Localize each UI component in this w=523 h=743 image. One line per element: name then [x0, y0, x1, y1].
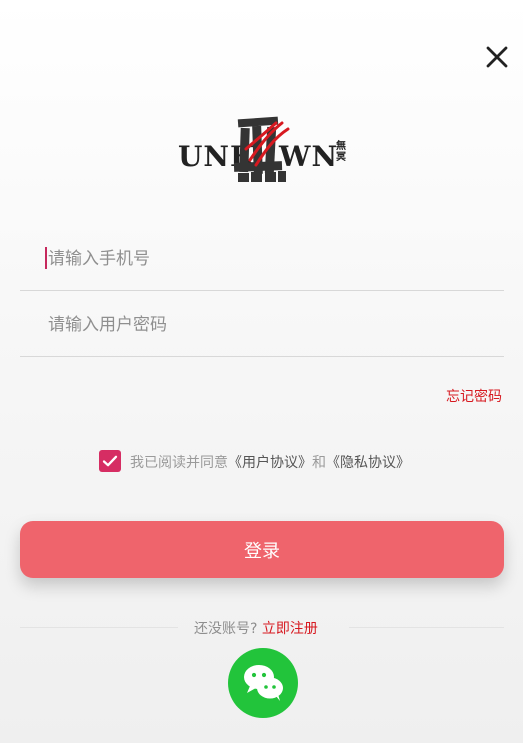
unknown-logo-mark-icon — [234, 115, 292, 185]
password-input[interactable] — [46, 311, 500, 339]
register-question: 还没账号? — [194, 621, 258, 637]
checkmark-icon — [102, 455, 118, 467]
register-prompt: 还没账号? 立即注册 — [194, 618, 318, 638]
register-link[interactable]: 立即注册 — [262, 621, 318, 637]
divider-left — [20, 627, 178, 628]
agreement-middle: 和 — [312, 455, 326, 471]
close-button[interactable] — [482, 42, 512, 72]
user-agreement-link[interactable]: 《用户协议》 — [228, 455, 312, 471]
divider-right — [349, 627, 504, 628]
register-row: 还没账号? 立即注册 — [20, 616, 504, 640]
close-icon — [486, 46, 508, 68]
brand-logo: UNK WN 無冥 — [176, 115, 352, 187]
agreement-prefix: 我已阅读并同意 — [130, 455, 228, 471]
login-button[interactable]: 登录 — [20, 521, 504, 578]
agreement-checkbox[interactable] — [99, 450, 121, 472]
privacy-policy-link[interactable]: 《隐私协议》 — [326, 455, 410, 471]
agreement-text: 我已阅读并同意《用户协议》和《隐私协议》 — [130, 452, 410, 472]
forgot-password-link[interactable]: 忘记密码 — [446, 386, 502, 406]
wechat-login-button[interactable] — [228, 648, 298, 718]
logo-chinese-mark: 無冥 — [336, 141, 346, 163]
phone-input[interactable] — [46, 245, 500, 273]
password-field[interactable] — [20, 298, 504, 357]
phone-field[interactable] — [20, 232, 504, 291]
wechat-icon — [244, 665, 283, 701]
